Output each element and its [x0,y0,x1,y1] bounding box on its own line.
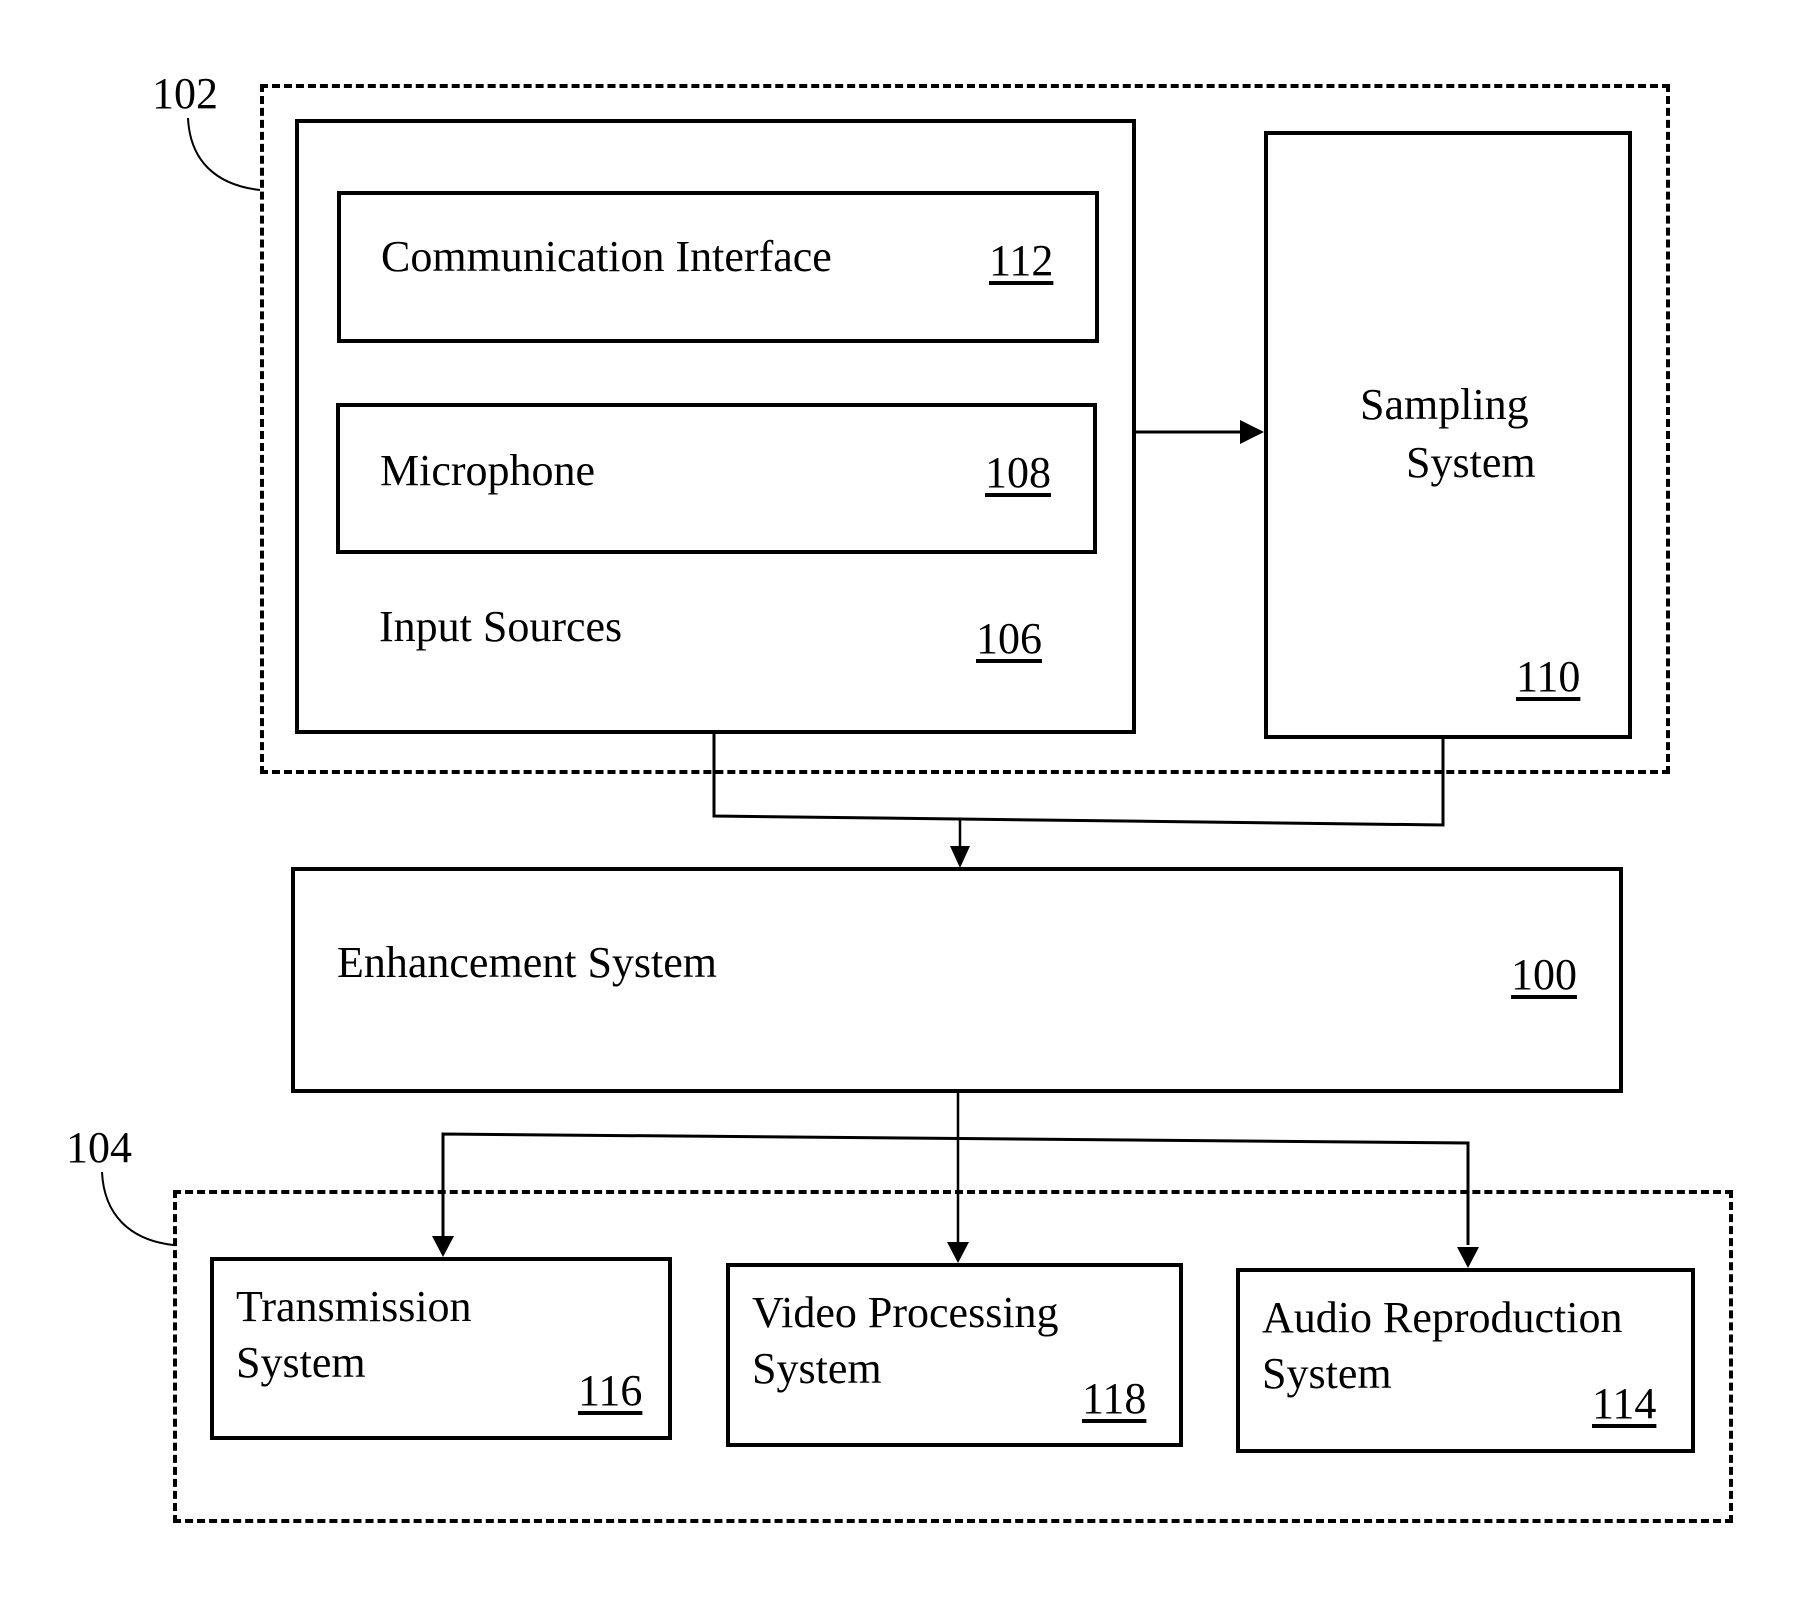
sampling-system-label-line1: Sampling [1360,380,1529,429]
communication-interface-ref: 112 [989,236,1054,285]
microphone-block[interactable]: Microphone 108 [336,403,1097,554]
sampling-system-ref: 110 [1516,652,1581,701]
audio-reproduction-system-block[interactable]: Audio Reproduction System 114 [1236,1268,1695,1453]
audio-reproduction-system-label-line2: System [1262,1349,1392,1398]
input-sources-label: Input Sources [379,602,623,651]
transmission-system-label-line1: Transmission [236,1282,472,1331]
output-group-ref: 104 [66,1123,132,1172]
input-group-ref: 102 [152,69,218,118]
video-processing-system-ref: 118 [1082,1374,1147,1423]
enhancement-system-label: Enhancement System [337,938,718,987]
video-processing-system-block[interactable]: Video Processing System 118 [726,1263,1183,1447]
arrowhead-enhancement [950,846,970,868]
enhancement-system-block[interactable]: Enhancement System 100 [291,867,1623,1093]
video-processing-system-label-line1: Video Processing [752,1288,1059,1337]
microphone-label: Microphone [380,446,596,495]
transmission-system-label-line2: System [236,1338,366,1387]
transmission-system-ref: 116 [578,1366,643,1415]
sampling-system-label-line2: System [1406,438,1536,487]
enhancement-system-ref: 100 [1511,950,1577,999]
transmission-system-block[interactable]: Transmission System 116 [210,1257,672,1440]
communication-interface-label: Communication Interface [381,232,832,281]
audio-reproduction-system-ref: 114 [1592,1379,1657,1428]
leader-104 [101,1171,174,1246]
audio-reproduction-system-label-line1: Audio Reproduction [1262,1293,1623,1342]
microphone-ref: 108 [985,448,1051,497]
input-sources-ref: 106 [976,614,1042,663]
leader-102 [187,117,261,191]
video-processing-system-label-line2: System [752,1344,882,1393]
sampling-system-block[interactable]: Sampling System 110 [1264,131,1632,739]
communication-interface-block[interactable]: Communication Interface 112 [337,191,1099,343]
